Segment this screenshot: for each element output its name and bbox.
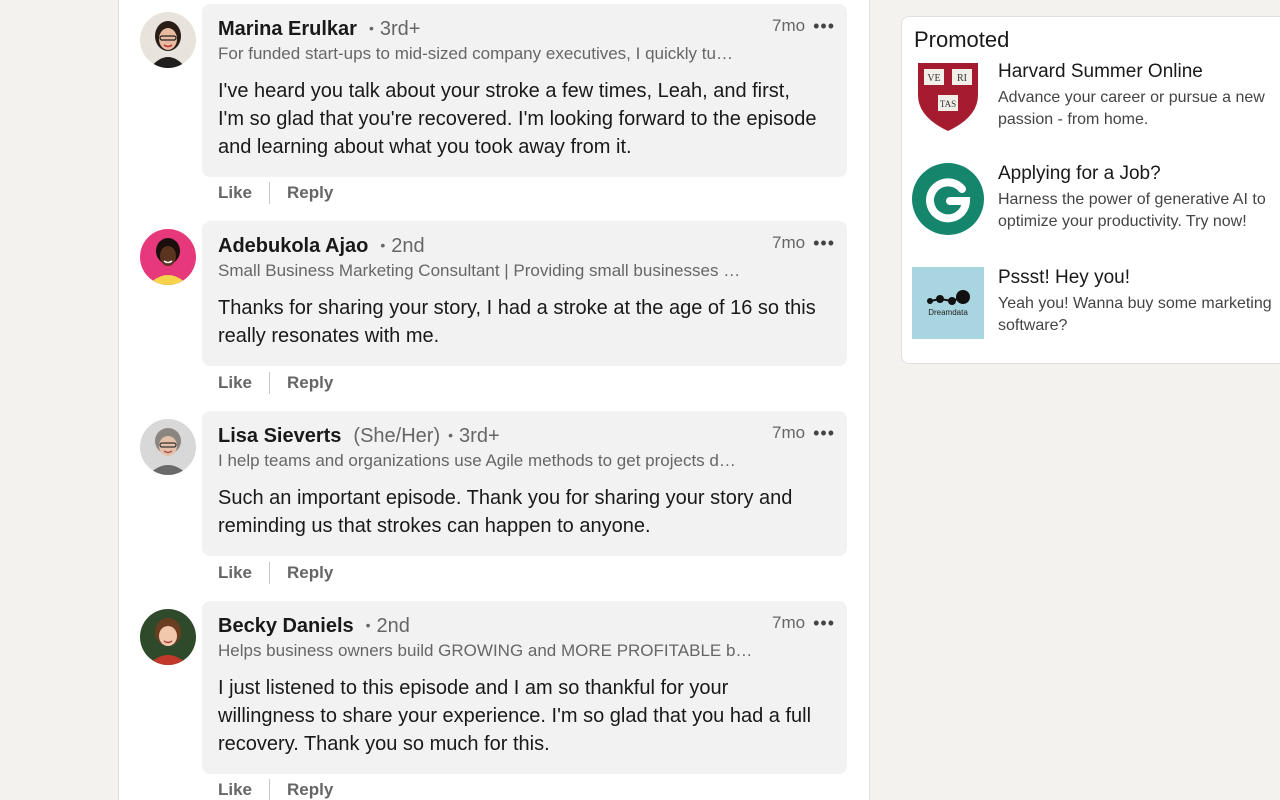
ad-title[interactable]: Harvard Summer Online: [998, 61, 1203, 83]
svg-text:RI: RI: [957, 73, 967, 84]
grammarly-g-icon: [912, 163, 984, 235]
commenter-pronouns: (She/Her): [353, 425, 441, 447]
reply-button[interactable]: Reply: [287, 563, 333, 583]
comment-bubble: Becky Daniels • 2nd Helps business owners…: [202, 601, 847, 774]
reply-button[interactable]: Reply: [287, 780, 333, 800]
comment-timestamp: 7mo: [772, 423, 806, 442]
commenter-headline: For funded start-ups to mid-sized compan…: [218, 44, 733, 63]
harvard-shield-icon: VE RI TAS: [912, 61, 984, 133]
comment-bubble: Adebukola Ajao • 2nd Small Business Marke…: [202, 221, 847, 366]
ad-description: Yeah you! Wanna buy some marketing softw…: [998, 295, 1272, 334]
promoted-title: Promoted: [914, 27, 1010, 52]
connection-degree: • 3rd+: [368, 18, 421, 40]
comment-text: Thanks for sharing your story, I had a s…: [218, 297, 816, 347]
comment-timestamp: 7mo: [772, 16, 806, 35]
svg-text:Dreamdata: Dreamdata: [928, 308, 968, 317]
divider: [269, 562, 271, 584]
commenter-name[interactable]: Adebukola Ajao: [218, 233, 368, 259]
like-button[interactable]: Like: [218, 373, 252, 393]
promoted-panel: Promoted VE RI TAS Harvard Summer Online…: [901, 16, 1280, 364]
divider: [269, 182, 271, 204]
more-options-icon[interactable]: •••: [813, 614, 835, 632]
like-button[interactable]: Like: [218, 563, 252, 583]
like-button[interactable]: Like: [218, 183, 252, 203]
more-options-icon[interactable]: •••: [813, 424, 835, 442]
divider: [269, 372, 271, 394]
svg-text:VE: VE: [927, 73, 940, 84]
comment-timestamp: 7mo: [772, 233, 806, 252]
comment-timestamp: 7mo: [772, 613, 806, 632]
comment-text: Such an important episode. Thank you for…: [218, 487, 793, 537]
commenter-name[interactable]: Marina Erulkar: [218, 16, 357, 42]
connection-degree: • 2nd: [365, 615, 410, 637]
ad-description: Harness the power of generative AI to op…: [998, 191, 1266, 230]
dreamdata-logo-icon: Dreamdata: [912, 267, 984, 339]
ad-title[interactable]: Applying for a Job?: [998, 163, 1161, 185]
commenter-headline: Small Business Marketing Consultant | Pr…: [218, 261, 741, 280]
svg-text:TAS: TAS: [940, 99, 956, 109]
avatar[interactable]: [140, 229, 196, 285]
comment-bubble: Marina Erulkar • 3rd+ For funded start-up…: [202, 4, 847, 177]
comment-bubble: Lisa Sieverts (She/Her) • 3rd+ I help tea…: [202, 411, 847, 556]
ad-title[interactable]: Pssst! Hey you!: [998, 267, 1130, 289]
reply-button[interactable]: Reply: [287, 373, 333, 393]
connection-degree: • 2nd: [380, 235, 425, 257]
avatar[interactable]: [140, 609, 196, 665]
commenter-name[interactable]: Lisa Sieverts: [218, 423, 341, 449]
reply-button[interactable]: Reply: [287, 183, 333, 203]
avatar[interactable]: [140, 419, 196, 475]
commenter-headline: I help teams and organizations use Agile…: [218, 451, 736, 470]
commenter-name[interactable]: Becky Daniels: [218, 613, 354, 639]
more-options-icon[interactable]: •••: [813, 234, 835, 252]
connection-degree: • 3rd+: [448, 425, 500, 447]
avatar[interactable]: [140, 12, 196, 68]
comment-text: I just listened to this episode and I am…: [218, 677, 812, 755]
commenter-headline: Helps business owners build GROWING and …: [218, 641, 758, 660]
comment-text: I've heard you talk about your stroke a …: [218, 80, 817, 158]
more-options-icon[interactable]: •••: [813, 17, 835, 35]
divider: [269, 779, 271, 800]
ad-description: Advance your career or pursue a new pass…: [998, 89, 1265, 128]
like-button[interactable]: Like: [218, 780, 252, 800]
